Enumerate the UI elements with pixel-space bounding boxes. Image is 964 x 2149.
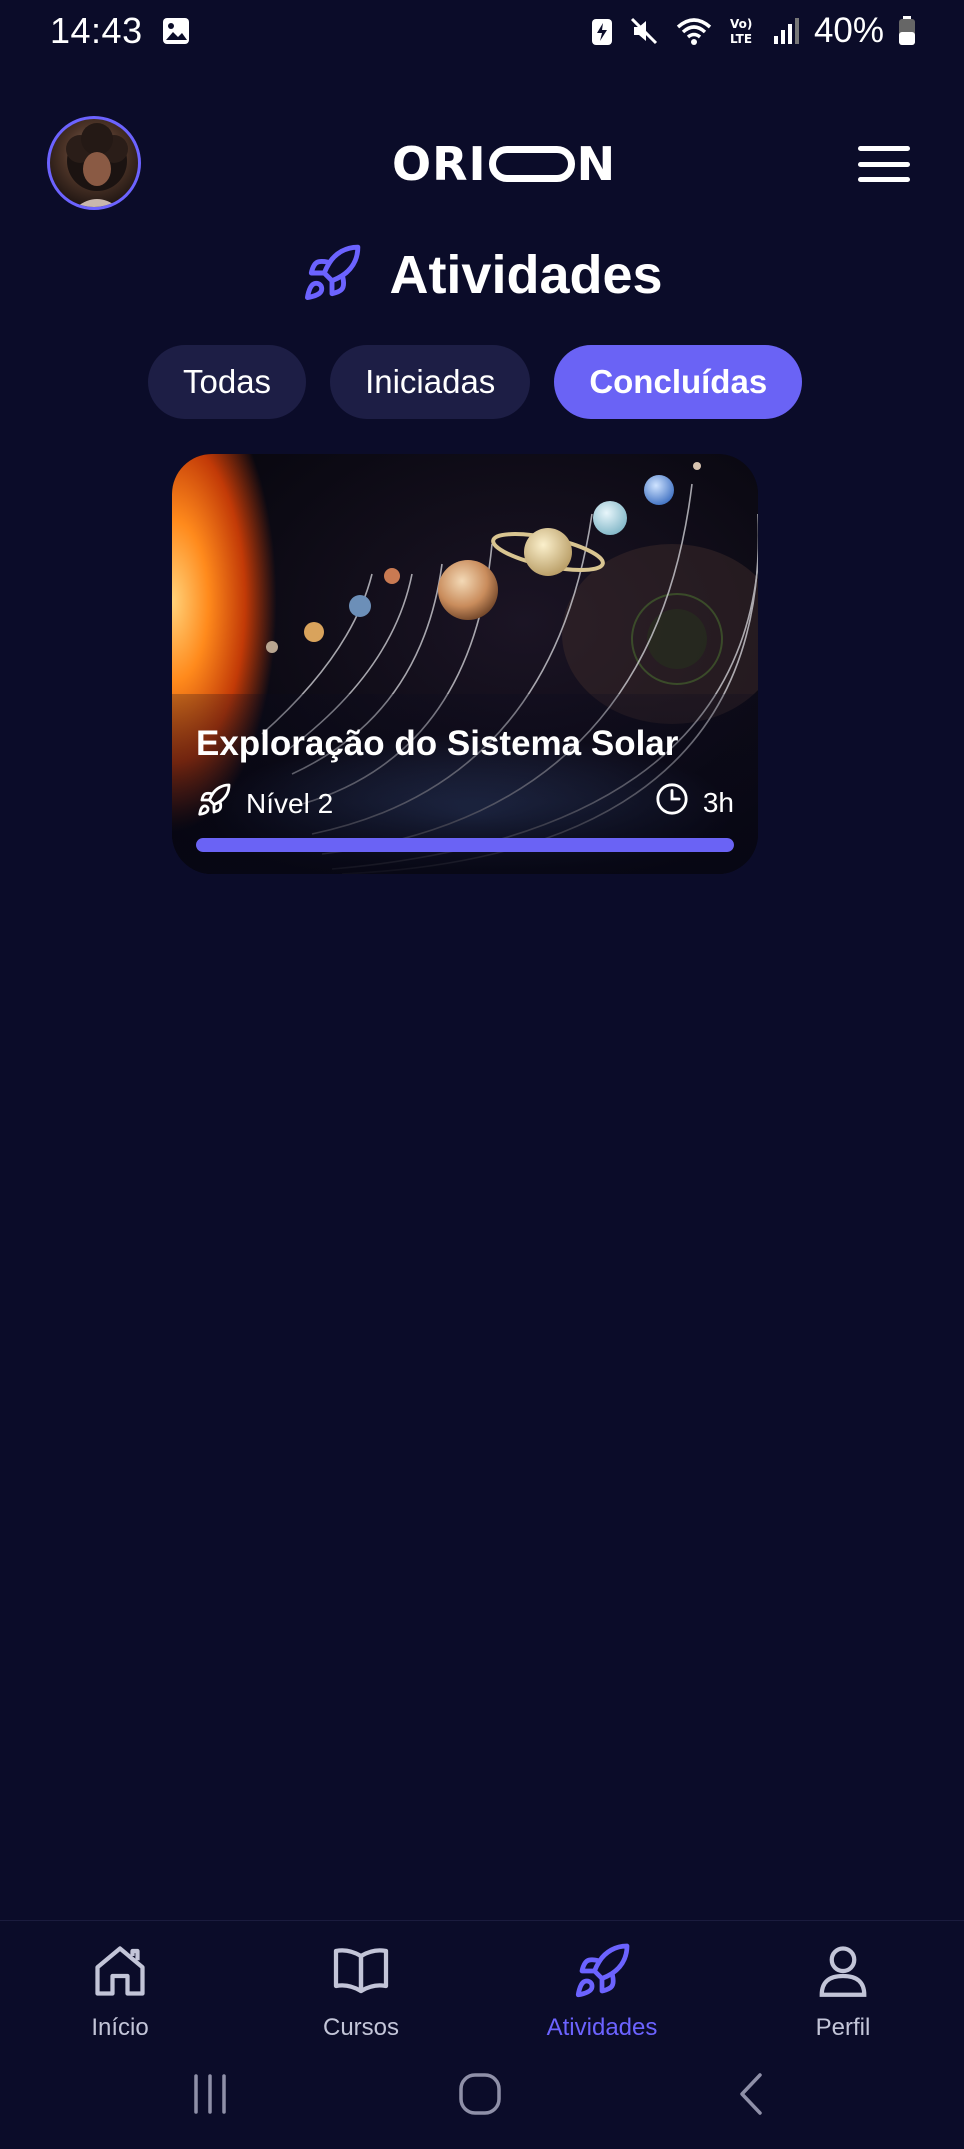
home-icon: [90, 1941, 150, 2006]
activity-level: Nível 2: [196, 782, 333, 825]
nav-perfil[interactable]: Perfil: [763, 1941, 923, 2041]
menu-line: [858, 146, 910, 151]
battery-saver-icon: [590, 15, 614, 47]
app-header: ORI N: [0, 116, 964, 212]
battery-icon: [898, 15, 916, 47]
nav-label-perfil: Perfil: [815, 2014, 871, 2041]
activity-progress: [196, 838, 734, 852]
signal-icon: [772, 16, 800, 46]
image-icon: [161, 16, 191, 46]
activity-card[interactable]: Exploração do Sistema Solar Nível 2 3h: [172, 454, 758, 874]
status-bar: 14:43 Vo) LTE 40%: [0, 0, 964, 62]
status-left: 14:43: [50, 10, 191, 52]
orion-logo: ORI N: [392, 137, 616, 191]
logo-text-left: ORI: [392, 137, 487, 191]
status-right: Vo) LTE 40%: [590, 11, 916, 51]
user-icon: [813, 1941, 873, 2006]
logo-text-right: N: [576, 137, 617, 191]
avatar[interactable]: [47, 116, 141, 210]
activity-level-text: Nível 2: [246, 787, 334, 819]
activity-duration-text: 3h: [702, 786, 734, 818]
battery-percent: 40%: [813, 11, 884, 50]
system-navigation-bar: [0, 2040, 964, 2149]
nav-label-cursos: Cursos: [322, 2014, 400, 2041]
page-title: Atividades: [0, 240, 964, 310]
clock-icon: [655, 782, 689, 823]
recent-apps-icon[interactable]: [188, 2072, 232, 2121]
status-time: 14:43: [50, 10, 143, 51]
rocket-icon: [572, 1941, 632, 2006]
tab-concluidas[interactable]: Concluídas: [554, 345, 803, 419]
logo-o-shape: [488, 146, 575, 182]
svg-text:LTE: LTE: [730, 32, 752, 46]
filter-tabs: Todas Iniciadas Concluídas: [148, 345, 803, 419]
tab-todas[interactable]: Todas: [148, 345, 307, 419]
bottom-nav: Início Cursos Atividades Perfil: [0, 1920, 964, 2041]
home-button-icon[interactable]: [458, 2072, 502, 2121]
mute-icon: [628, 15, 660, 47]
tab-iniciadas[interactable]: Iniciadas: [330, 345, 531, 419]
menu-line: [858, 177, 910, 182]
wifi-icon: [674, 15, 714, 47]
menu-line: [858, 161, 910, 167]
nav-cursos[interactable]: Cursos: [281, 1941, 441, 2041]
nav-inicio[interactable]: Início: [40, 1941, 200, 2041]
page-title-text: Atividades: [389, 245, 663, 305]
progress-fill: [196, 838, 734, 852]
book-icon: [331, 1941, 391, 2006]
svg-text:Vo): Vo): [730, 17, 752, 31]
nav-atividades[interactable]: Atividades: [522, 1941, 682, 2041]
nav-label-inicio: Início: [91, 2014, 149, 2041]
activity-duration: 3h: [655, 782, 734, 823]
volte-icon: Vo) LTE: [728, 15, 758, 47]
hamburger-menu-icon[interactable]: [858, 146, 910, 182]
nav-label-atividades: Atividades: [546, 2014, 658, 2041]
rocket-icon: [301, 242, 363, 309]
activity-title: Exploração do Sistema Solar: [196, 724, 679, 763]
back-icon[interactable]: [730, 2072, 774, 2121]
rocket-icon: [196, 782, 232, 825]
